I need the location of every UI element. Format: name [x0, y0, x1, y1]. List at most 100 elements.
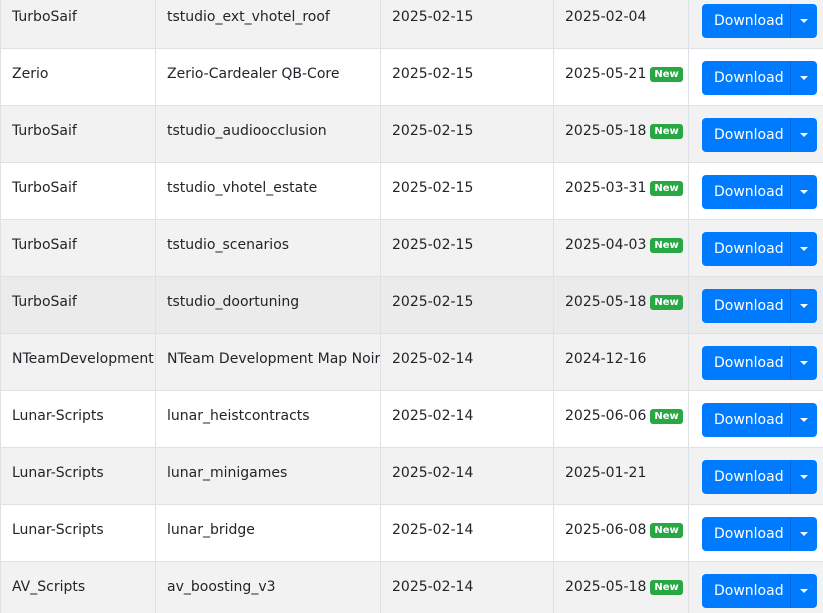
actions-cell: Download	[688, 105, 823, 163]
new-badge: New	[650, 580, 683, 595]
author-text: Lunar-Scripts	[12, 465, 104, 481]
added-date-cell: 2025-02-15	[380, 0, 554, 49]
added-date-cell: 2025-02-14	[380, 504, 554, 562]
added-date-cell: 2025-02-14	[380, 390, 554, 448]
table-body: TurboSaif tstudio_ext_vhotel_roof 2025-0…	[0, 0, 823, 613]
updated-date-cell: 2025-05-18 New	[553, 276, 689, 334]
author-cell: AV_Scripts	[0, 561, 156, 613]
updated-date-text: 2025-03-31	[565, 180, 647, 196]
download-options-toggle[interactable]	[790, 460, 817, 494]
added-date-text: 2025-02-15	[392, 180, 474, 196]
new-badge: New	[650, 523, 683, 538]
caret-down-icon	[800, 247, 808, 251]
table-row: AV_Scripts av_boosting_v3 2025-02-14 202…	[0, 561, 823, 613]
new-badge: New	[650, 67, 683, 82]
download-button[interactable]: Download	[702, 574, 790, 608]
author-text: TurboSaif	[12, 123, 77, 139]
download-button[interactable]: Download	[702, 118, 790, 152]
download-button[interactable]: Download	[702, 460, 790, 494]
download-button[interactable]: Download	[702, 175, 790, 209]
added-date-cell: 2025-02-15	[380, 276, 554, 334]
added-date-text: 2025-02-14	[392, 465, 474, 481]
author-cell: TurboSaif	[0, 0, 156, 49]
resource-name-text: lunar_heistcontracts	[167, 408, 310, 424]
download-options-toggle[interactable]	[790, 118, 817, 152]
caret-down-icon	[800, 304, 808, 308]
download-button-group: Download	[702, 232, 817, 266]
download-button[interactable]: Download	[702, 403, 790, 437]
download-options-toggle[interactable]	[790, 4, 817, 38]
updated-date-cell: 2025-02-04	[553, 0, 689, 49]
author-cell: TurboSaif	[0, 276, 156, 334]
resource-name-cell: NTeam Development Map Noir	[155, 333, 381, 391]
updated-date-cell: 2025-06-08 New	[553, 504, 689, 562]
download-button-group: Download	[702, 460, 817, 494]
updated-date-text: 2025-02-04	[565, 9, 647, 25]
added-date-text: 2025-02-15	[392, 9, 474, 25]
actions-cell: Download	[688, 162, 823, 220]
download-button[interactable]: Download	[702, 517, 790, 551]
updated-date-text: 2024-12-16	[565, 351, 647, 367]
updated-date-cell: 2024-12-16	[553, 333, 689, 391]
table-row: Lunar-Scripts lunar_heistcontracts 2025-…	[0, 390, 823, 448]
download-options-toggle[interactable]	[790, 61, 817, 95]
resource-name-text: lunar_bridge	[167, 522, 255, 538]
resource-name-text: Zerio-Cardealer QB-Core	[167, 66, 340, 82]
resource-name-cell: tstudio_vhotel_estate	[155, 162, 381, 220]
added-date-text: 2025-02-15	[392, 294, 474, 310]
updated-date-cell: 2025-04-03 New	[553, 219, 689, 277]
table-row: Lunar-Scripts lunar_minigames 2025-02-14…	[0, 447, 823, 505]
updated-date-cell: 2025-01-21	[553, 447, 689, 505]
author-cell: Lunar-Scripts	[0, 390, 156, 448]
updated-date-cell: 2025-06-06 New	[553, 390, 689, 448]
resource-name-cell: lunar_bridge	[155, 504, 381, 562]
download-button[interactable]: Download	[702, 346, 790, 380]
author-text: TurboSaif	[12, 180, 77, 196]
added-date-text: 2025-02-14	[392, 351, 474, 367]
download-options-toggle[interactable]	[790, 232, 817, 266]
resource-name-cell: tstudio_doortuning	[155, 276, 381, 334]
actions-cell: Download	[688, 504, 823, 562]
updated-date-text: 2025-04-03	[565, 237, 647, 253]
new-badge: New	[650, 238, 683, 253]
added-date-cell: 2025-02-15	[380, 219, 554, 277]
resource-name-cell: lunar_minigames	[155, 447, 381, 505]
added-date-text: 2025-02-14	[392, 522, 474, 538]
added-date-cell: 2025-02-14	[380, 447, 554, 505]
resources-table: TurboSaif tstudio_ext_vhotel_roof 2025-0…	[0, 0, 823, 613]
caret-down-icon	[800, 190, 808, 194]
caret-down-icon	[800, 76, 808, 80]
updated-date-text: 2025-05-21	[565, 66, 647, 82]
author-text: Lunar-Scripts	[12, 522, 104, 538]
download-button[interactable]: Download	[702, 232, 790, 266]
download-button-group: Download	[702, 403, 817, 437]
updated-date-cell: 2025-05-18 New	[553, 561, 689, 613]
actions-cell: Download	[688, 447, 823, 505]
download-options-toggle[interactable]	[790, 289, 817, 323]
download-button[interactable]: Download	[702, 289, 790, 323]
download-button-group: Download	[702, 4, 817, 38]
updated-date-text: 2025-06-06	[565, 408, 647, 424]
resource-name-text: tstudio_vhotel_estate	[167, 180, 318, 196]
updated-date-text: 2025-05-18	[565, 123, 647, 139]
resource-name-text: av_boosting_v3	[167, 579, 276, 595]
download-options-toggle[interactable]	[790, 574, 817, 608]
download-button[interactable]: Download	[702, 61, 790, 95]
download-options-toggle[interactable]	[790, 517, 817, 551]
caret-down-icon	[800, 532, 808, 536]
download-button-group: Download	[702, 118, 817, 152]
updated-date-text: 2025-06-08	[565, 522, 647, 538]
new-badge: New	[650, 181, 683, 196]
resource-name-text: tstudio_ext_vhotel_roof	[167, 9, 330, 25]
download-button[interactable]: Download	[702, 4, 790, 38]
download-button-group: Download	[702, 289, 817, 323]
download-button-group: Download	[702, 175, 817, 209]
resource-name-cell: Zerio-Cardealer QB-Core	[155, 48, 381, 106]
added-date-cell: 2025-02-15	[380, 105, 554, 163]
added-date-text: 2025-02-15	[392, 66, 474, 82]
table-row: TurboSaif tstudio_vhotel_estate 2025-02-…	[0, 162, 823, 220]
download-options-toggle[interactable]	[790, 346, 817, 380]
download-options-toggle[interactable]	[790, 403, 817, 437]
download-options-toggle[interactable]	[790, 175, 817, 209]
added-date-text: 2025-02-15	[392, 237, 474, 253]
